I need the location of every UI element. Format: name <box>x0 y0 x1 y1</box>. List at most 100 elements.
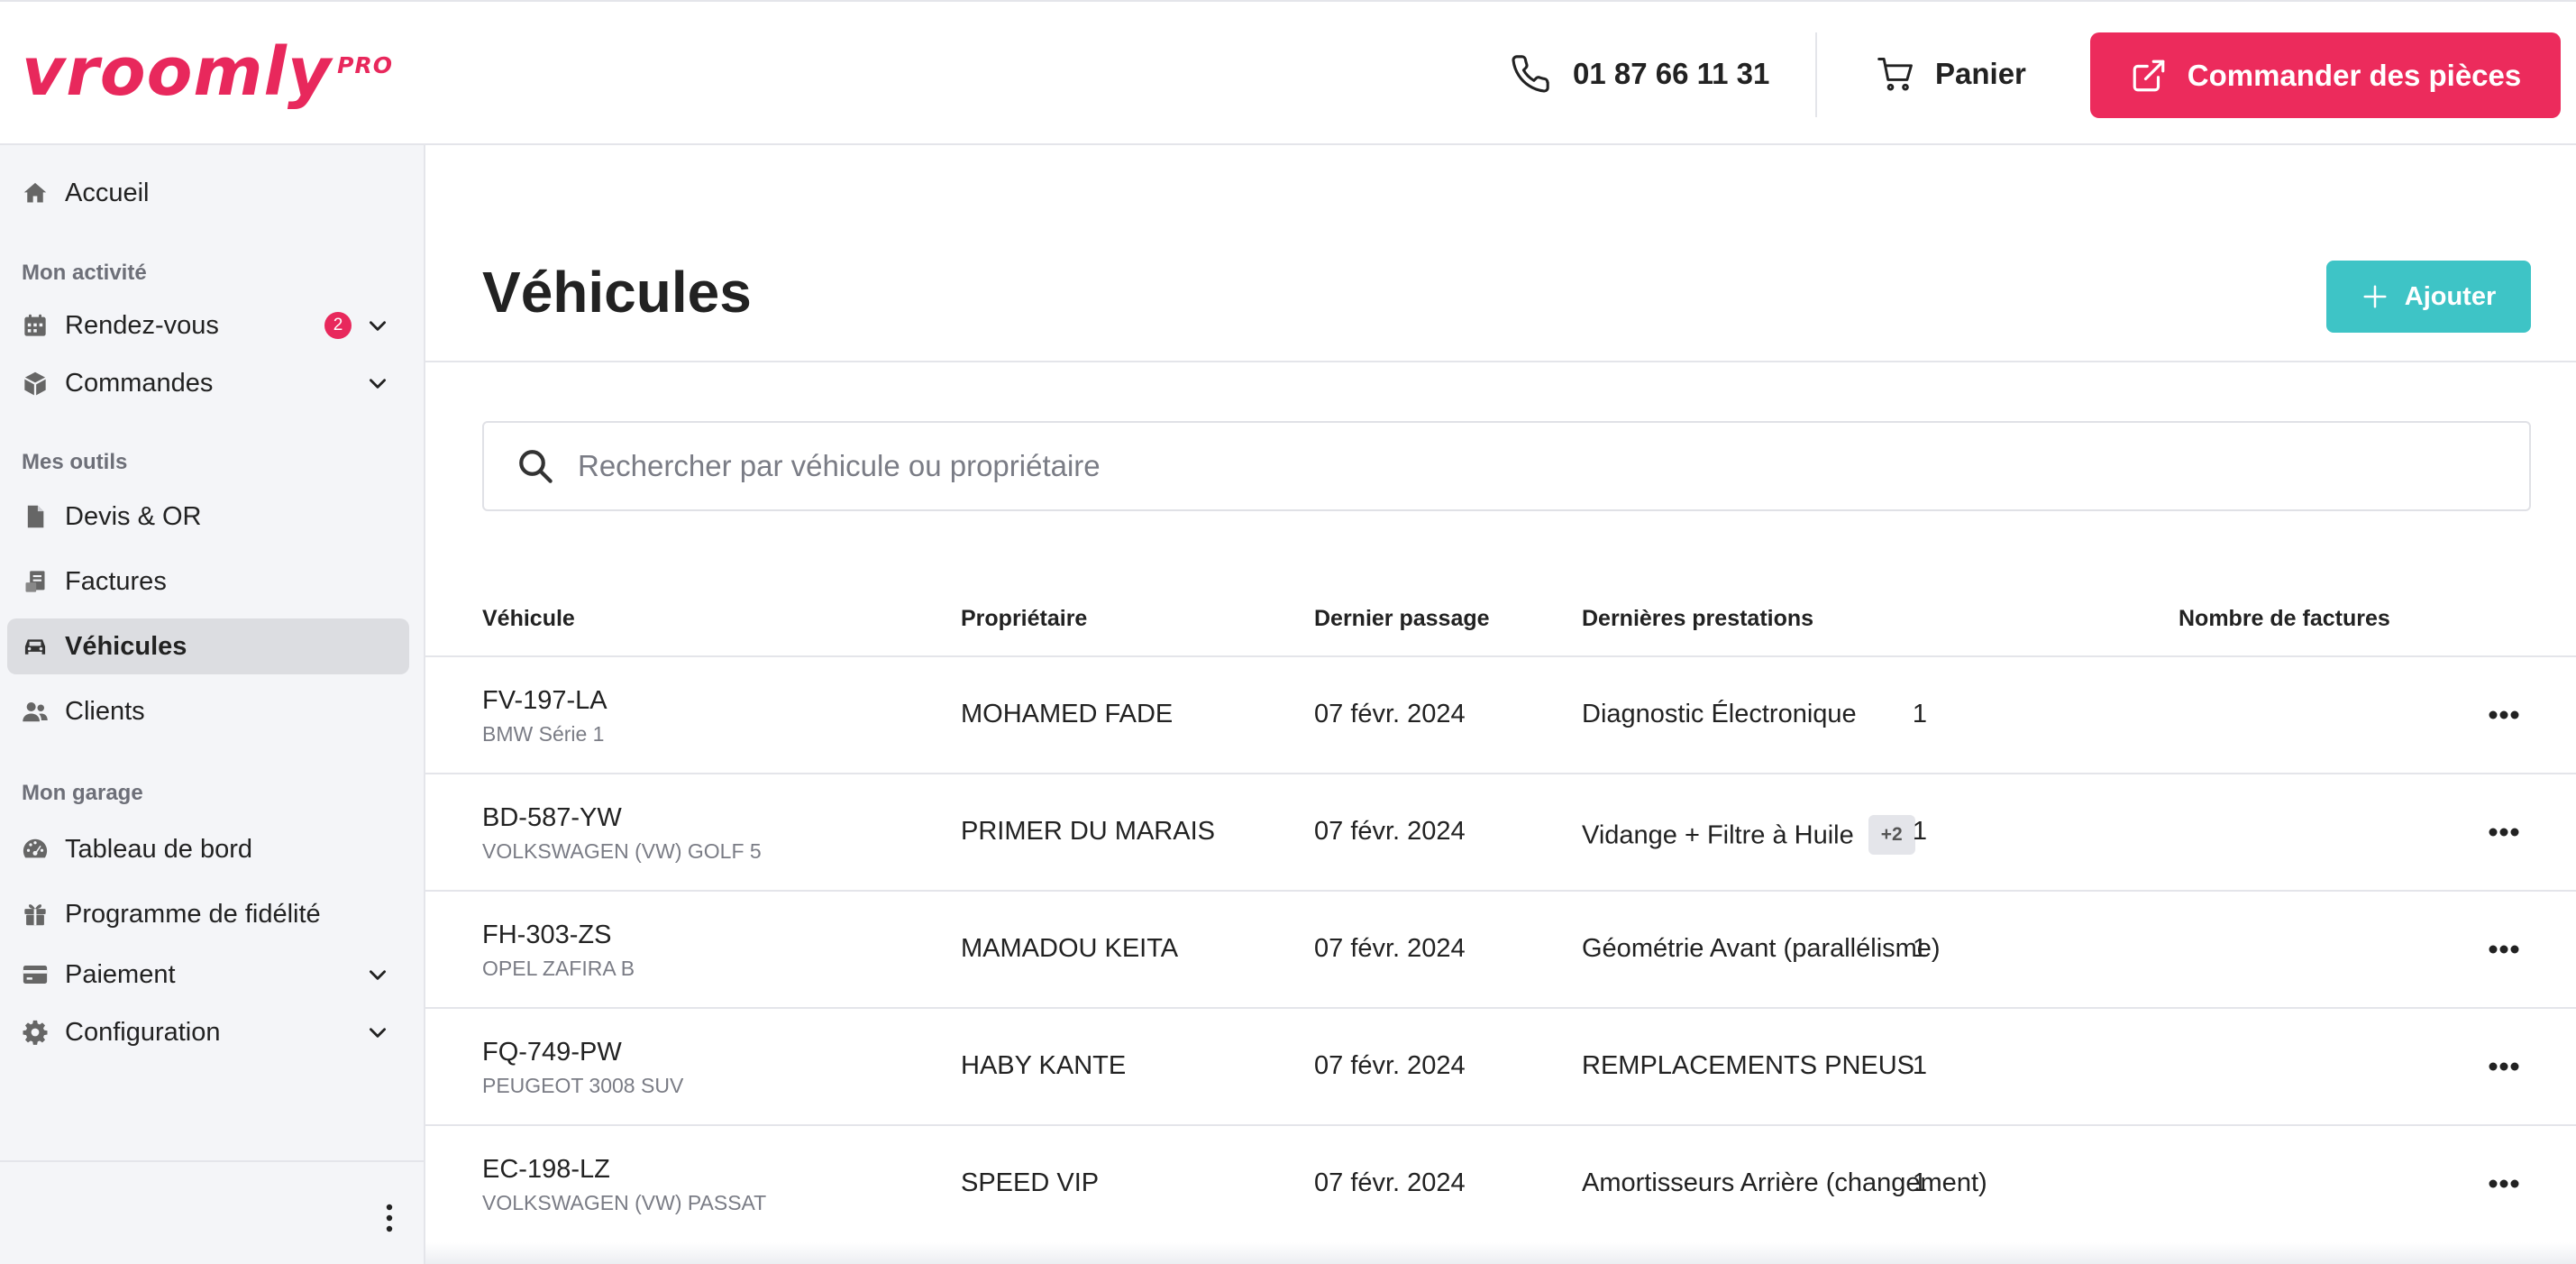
sidebar-item-label: Tableau de bord <box>65 834 252 864</box>
vehicle-model: OPEL ZAFIRA B <box>482 957 635 980</box>
more-horizontal-icon[interactable] <box>2477 814 2531 850</box>
service-label: Vidange + Filtre à Huile <box>1582 820 1854 850</box>
users-icon <box>22 698 49 725</box>
search-bar[interactable] <box>482 421 2531 511</box>
owner-name: PRIMER DU MARAIS <box>961 817 1215 846</box>
chevron-down-icon[interactable] <box>366 314 389 337</box>
chevron-down-icon[interactable] <box>366 371 389 395</box>
owner-name: MAMADOU KEITA <box>961 934 1179 963</box>
gift-icon <box>22 901 49 928</box>
vertical-dots-icon[interactable] <box>379 1200 400 1236</box>
more-services-badge[interactable]: +2 <box>1868 815 1915 855</box>
cart-link[interactable]: Panier <box>1876 49 2026 99</box>
invoice-count: 1 <box>1912 817 1927 846</box>
gear-icon <box>22 1019 49 1046</box>
logo-text: vroomly <box>22 33 333 111</box>
invoice-count: 1 <box>1912 700 1927 728</box>
column-header-invoice-count[interactable]: Nombre de factures <box>2179 606 2390 632</box>
vroomly-logo[interactable]: vroomly PRO <box>22 34 393 110</box>
sidebar-item-clients[interactable]: Clients <box>7 683 409 739</box>
sidebar-item-label: Accueil <box>65 178 150 207</box>
cart-icon <box>1877 58 1913 91</box>
sidebar-item-dashboard[interactable]: Tableau de bord <box>7 821 409 877</box>
last-visit-date: 07 févr. 2024 <box>1314 1168 1466 1197</box>
gauge-icon <box>22 836 49 863</box>
column-header-vehicle[interactable]: Véhicule <box>482 606 575 632</box>
table-row[interactable]: FQ-749-PW PEUGEOT 3008 SUV HABY KANTE 07… <box>425 1009 2576 1126</box>
top-header: vroomly PRO 01 87 66 11 31 Panier Comman… <box>0 0 2576 145</box>
service-label: Diagnostic Électronique <box>1582 700 1857 728</box>
phone-number-text: 01 87 66 11 31 <box>1573 57 1770 90</box>
owner-name: SPEED VIP <box>961 1168 1100 1197</box>
sidebar-item-quotes[interactable]: Devis & OR <box>7 489 409 545</box>
section-title-activity: Mon activité <box>22 261 147 285</box>
section-title-garage: Mon garage <box>22 781 143 805</box>
sidebar-item-configuration[interactable]: Configuration <box>7 1004 409 1060</box>
last-service: REMPLACEMENTS PNEUS <box>1582 1051 1914 1081</box>
sidebar-item-label: Clients <box>65 696 145 726</box>
phone-number[interactable]: 01 87 66 11 31 <box>1510 49 1769 99</box>
column-header-last-visit[interactable]: Dernier passage <box>1314 606 1490 632</box>
service-label: Géométrie Avant (parallélisme) <box>1582 934 1941 963</box>
sidebar-item-label: Factures <box>65 566 167 596</box>
vehicle-plate: BD-587-YW <box>482 803 622 832</box>
sidebar-item-invoices[interactable]: Factures <box>7 554 409 609</box>
sidebar-item-vehicles[interactable]: Véhicules <box>7 618 409 674</box>
notification-badge: 2 <box>324 312 352 339</box>
column-header-owner[interactable]: Propriétaire <box>961 606 1087 632</box>
sidebar: Accueil Mon activité Rendez-vous 2 Comma… <box>0 145 425 1264</box>
vehicle-model: BMW Série 1 <box>482 722 605 746</box>
vehicle-plate: FH-303-ZS <box>482 921 612 949</box>
invoice-count: 1 <box>1912 934 1927 963</box>
home-icon <box>22 179 49 206</box>
vehicle-model: PEUGEOT 3008 SUV <box>482 1074 684 1097</box>
more-horizontal-icon[interactable] <box>2477 931 2531 967</box>
plus-icon <box>2363 285 2387 308</box>
add-button-label: Ajouter <box>2404 281 2497 311</box>
table-row[interactable]: EC-198-LZ VOLKSWAGEN (VW) PASSAT SPEED V… <box>425 1126 2576 1243</box>
sidebar-item-label: Programme de fidélité <box>65 899 321 929</box>
last-visit-date: 07 févr. 2024 <box>1314 934 1466 963</box>
more-horizontal-icon[interactable] <box>2477 697 2531 733</box>
header-divider <box>1815 32 1817 117</box>
service-label: REMPLACEMENTS PNEUS <box>1582 1051 1915 1080</box>
vehicle-plate: FQ-749-PW <box>482 1038 622 1067</box>
phone-icon <box>1512 55 1549 93</box>
vehicle-plate: EC-198-LZ <box>482 1155 610 1184</box>
vehicle-plate: FV-197-LA <box>482 686 607 715</box>
cart-label: Panier <box>1935 57 2026 90</box>
sidebar-item-label: Rendez-vous <box>65 310 219 340</box>
more-horizontal-icon[interactable] <box>2477 1166 2531 1202</box>
sidebar-item-orders[interactable]: Commandes <box>7 355 409 411</box>
last-visit-date: 07 févr. 2024 <box>1314 817 1466 846</box>
chevron-down-icon[interactable] <box>366 1021 389 1044</box>
table-row[interactable]: FH-303-ZS OPEL ZAFIRA B MAMADOU KEITA 07… <box>425 892 2576 1009</box>
sidebar-footer-divider <box>0 1160 424 1162</box>
order-parts-button[interactable]: Commander des pièces <box>2090 32 2561 118</box>
sidebar-item-home[interactable]: Accueil <box>7 165 409 221</box>
chevron-down-icon[interactable] <box>366 963 389 986</box>
order-parts-label: Commander des pièces <box>2187 58 2522 92</box>
logo-suffix: PRO <box>337 52 393 78</box>
more-horizontal-icon[interactable] <box>2477 1049 2531 1085</box>
file-icon <box>22 503 49 530</box>
last-service: Géométrie Avant (parallélisme) <box>1582 934 1941 964</box>
sidebar-item-appointments[interactable]: Rendez-vous 2 <box>7 298 409 353</box>
sidebar-item-label: Véhicules <box>65 631 187 661</box>
last-service: Vidange + Filtre à Huile +2 <box>1582 815 1915 856</box>
search-input[interactable] <box>578 449 2471 483</box>
title-divider <box>425 361 2576 362</box>
table-row[interactable]: BD-587-YW VOLKSWAGEN (VW) GOLF 5 PRIMER … <box>425 774 2576 892</box>
calendar-icon <box>22 312 49 339</box>
sidebar-item-label: Devis & OR <box>65 501 202 531</box>
sidebar-item-payment[interactable]: Paiement <box>7 947 409 1003</box>
external-link-icon <box>2133 60 2165 91</box>
last-visit-date: 07 févr. 2024 <box>1314 1051 1466 1080</box>
sidebar-item-label: Commandes <box>65 368 214 398</box>
table-row[interactable]: FV-197-LA BMW Série 1 MOHAMED FADE 07 fé… <box>425 657 2576 774</box>
sidebar-item-loyalty[interactable]: Programme de fidélité <box>7 886 409 942</box>
column-header-last-services[interactable]: Dernières prestations <box>1582 606 1813 632</box>
search-icon <box>519 450 553 483</box>
invoice-icon <box>22 568 49 595</box>
add-vehicle-button[interactable]: Ajouter <box>2326 261 2531 333</box>
